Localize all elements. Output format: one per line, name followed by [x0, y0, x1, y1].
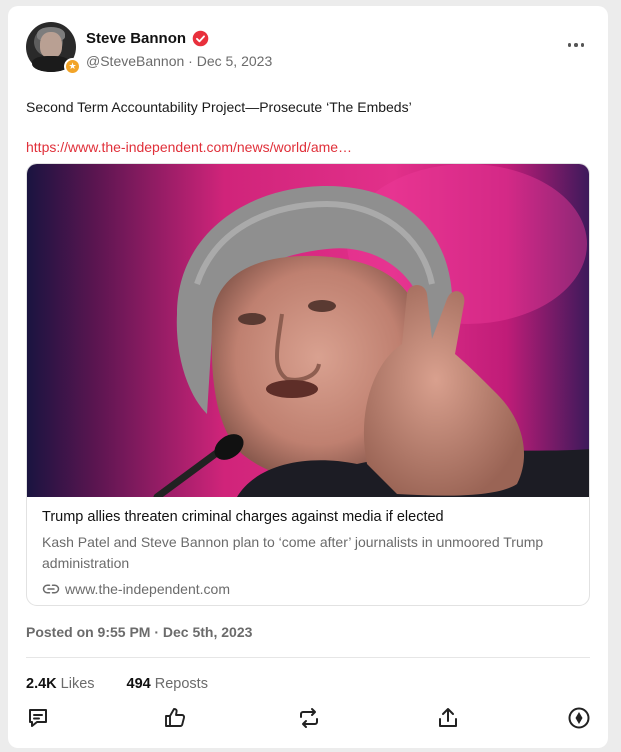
more-horizontal-icon[interactable]	[564, 36, 588, 54]
author-name[interactable]: Steve Bannon	[86, 30, 186, 47]
link-preview-domain-row: www.the-independent.com	[42, 580, 230, 598]
share-icon[interactable]	[436, 706, 460, 730]
post-text: Second Term Accountability Project—Prose…	[26, 99, 412, 115]
action-bar	[26, 706, 590, 732]
likes-stat[interactable]: 2.4K Likes	[26, 676, 95, 692]
likes-count: 2.4K	[26, 676, 57, 692]
reposts-stat[interactable]: 494 Reposts	[127, 676, 208, 692]
link-preview-image	[27, 164, 589, 497]
repost-icon[interactable]	[297, 706, 321, 730]
divider	[26, 657, 590, 658]
verified-check-icon	[192, 30, 209, 47]
link-preview-card[interactable]: Trump allies threaten criminal charges a…	[26, 163, 590, 606]
link-icon	[42, 584, 60, 594]
reposts-label: Reposts	[154, 676, 208, 692]
avatar-face	[40, 32, 62, 58]
likes-label: Likes	[60, 676, 95, 692]
posted-timestamp: Posted on 9:55 PM · Dec 5th, 2023	[26, 624, 253, 640]
tip-icon[interactable]	[567, 706, 591, 730]
reply-icon[interactable]	[26, 706, 50, 730]
post-date[interactable]: Dec 5, 2023	[197, 53, 273, 69]
post-card: ★ Steve Bannon @SteveBannon · Dec 5, 202…	[8, 6, 608, 748]
avatar[interactable]: ★	[26, 22, 81, 75]
link-preview-title: Trump allies threaten criminal charges a…	[42, 509, 444, 525]
link-preview-description: Kash Patel and Steve Bannon plan to ‘com…	[42, 534, 544, 571]
post-header: ★ Steve Bannon @SteveBannon · Dec 5, 202…	[26, 22, 590, 78]
author-meta: @SteveBannon · Dec 5, 2023	[86, 53, 272, 69]
meta-separator: ·	[188, 53, 193, 69]
author-handle[interactable]: @SteveBannon	[86, 53, 184, 69]
thumbs-up-icon[interactable]	[163, 706, 187, 730]
author-name-row: Steve Bannon	[86, 30, 209, 47]
badge-icon: ★	[64, 58, 81, 75]
link-preview-domain: www.the-independent.com	[65, 581, 230, 597]
engagement-stats: 2.4K Likes 494 Reposts	[26, 676, 208, 692]
post-link[interactable]: https://www.the-independent.com/news/wor…	[26, 139, 352, 155]
reposts-count: 494	[126, 676, 151, 692]
